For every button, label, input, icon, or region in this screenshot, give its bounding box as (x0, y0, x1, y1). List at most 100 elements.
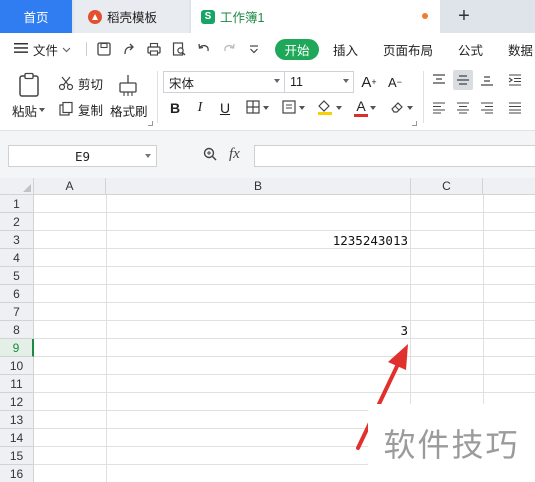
clear-format-button[interactable] (386, 98, 416, 118)
underline-button[interactable]: U (215, 98, 235, 118)
name-box[interactable]: E9 (8, 145, 157, 167)
cell-style-button[interactable] (278, 98, 308, 118)
cut-label: 剪切 (78, 77, 104, 92)
clipboard-group-launcher-icon[interactable] (148, 121, 153, 126)
gridline (34, 284, 535, 285)
tab-workbook-label: 工作簿1 (220, 11, 265, 25)
new-tab-button[interactable]: + (452, 3, 476, 29)
customize-toolbar-icon[interactable] (244, 39, 264, 59)
borders-icon (245, 99, 261, 118)
tab-page-layout[interactable]: 页面布局 (383, 38, 433, 60)
tab-daoke-templates[interactable]: 稻壳模板 (74, 0, 189, 33)
caret-down-icon (343, 79, 349, 83)
align-bottom-icon (481, 76, 493, 86)
tab-workbook[interactable]: S 工作簿1 (191, 0, 440, 33)
menu-row: 文件 开始 插入 页面布局 公式 数据 (0, 33, 535, 65)
formula-input[interactable] (254, 145, 535, 167)
font-color-glyph: A (356, 97, 366, 114)
align-bottom-button[interactable] (477, 70, 497, 90)
row-header-13[interactable]: 13 (0, 411, 34, 429)
format-painter-button[interactable]: 格式刷 (110, 101, 148, 119)
tab-start[interactable]: 开始 (275, 39, 319, 60)
row-header-1[interactable]: 1 (0, 195, 34, 213)
export-icon[interactable] (119, 39, 139, 59)
fill-color-button[interactable] (314, 98, 344, 118)
font-group-launcher-icon[interactable] (412, 121, 417, 126)
row-header-6[interactable]: 6 (0, 285, 34, 303)
align-right-button[interactable] (477, 98, 497, 118)
italic-button[interactable]: I (190, 98, 210, 118)
row-header-2[interactable]: 2 (0, 213, 34, 231)
tab-formulas[interactable]: 公式 (458, 38, 483, 60)
format-painter-icon[interactable] (117, 73, 139, 97)
copy-icon (58, 101, 74, 117)
row-header-3[interactable]: 3 (0, 231, 34, 249)
print-icon[interactable] (144, 39, 164, 59)
font-size-select[interactable]: 11 (284, 71, 354, 93)
row-header-14[interactable]: 14 (0, 429, 34, 447)
grow-font-button[interactable]: A + (359, 72, 379, 92)
tab-data[interactable]: 数据 (508, 38, 533, 60)
borders-button[interactable] (242, 98, 272, 118)
tab-insert[interactable]: 插入 (333, 38, 358, 60)
row-header-7[interactable]: 7 (0, 303, 34, 321)
eraser-icon (389, 99, 405, 118)
spreadsheet-icon: S (201, 9, 215, 24)
zoom-find-icon[interactable] (202, 146, 218, 162)
row-header-15[interactable]: 15 (0, 447, 34, 465)
cell-style-icon (281, 99, 297, 118)
column-header-d[interactable] (483, 178, 535, 195)
select-all-corner[interactable] (0, 178, 34, 195)
insert-function-button[interactable]: fx (229, 146, 240, 163)
print-preview-icon[interactable] (169, 39, 189, 59)
formula-bar: E9 fx (0, 131, 535, 178)
align-right-icon (481, 102, 493, 114)
save-icon[interactable] (94, 39, 114, 59)
name-box-value: E9 (74, 148, 91, 164)
copy-button[interactable]: 复制 (58, 100, 103, 118)
tab-home[interactable]: 首页 (0, 0, 72, 33)
indent-icon (508, 74, 521, 86)
undo-icon[interactable] (194, 39, 214, 59)
font-size-value: 11 (290, 75, 303, 89)
caret-down-icon (336, 106, 342, 110)
row-header-5[interactable]: 5 (0, 267, 34, 285)
tab-bar: 首页 稻壳模板 S 工作簿1 + (0, 0, 535, 33)
align-top-icon (433, 74, 445, 84)
row-header-8[interactable]: 8 (0, 321, 34, 339)
bold-button[interactable]: B (165, 98, 185, 118)
gridline (34, 302, 535, 303)
row-header-12[interactable]: 12 (0, 393, 34, 411)
row-header-10[interactable]: 10 (0, 357, 34, 375)
file-menu-button[interactable]: 文件 (14, 38, 71, 60)
align-center-button[interactable] (453, 98, 473, 118)
justify-button[interactable] (505, 98, 525, 118)
cell-b3[interactable]: 1235243013 (106, 231, 411, 249)
paste-button[interactable]: 粘贴 (12, 101, 46, 119)
tab-home-label: 首页 (23, 11, 49, 25)
shrink-font-button[interactable]: A − (385, 72, 405, 92)
font-color-button[interactable]: A (350, 98, 380, 118)
row-header-4[interactable]: 4 (0, 249, 34, 267)
paste-label: 粘贴 (12, 104, 38, 119)
indent-button[interactable] (505, 70, 525, 90)
align-middle-icon (457, 75, 469, 85)
column-header-a[interactable]: A (34, 178, 106, 195)
column-header-b[interactable]: B (106, 178, 411, 195)
caret-down-icon (299, 106, 305, 110)
row-header-16[interactable]: 16 (0, 465, 34, 482)
align-top-button[interactable] (429, 70, 449, 90)
column-header-c[interactable]: C (411, 178, 483, 195)
align-left-button[interactable] (429, 98, 449, 118)
align-left-icon (433, 102, 445, 114)
divider (86, 42, 87, 56)
row-header-11[interactable]: 11 (0, 375, 34, 393)
cut-button[interactable]: 剪切 (58, 74, 103, 92)
align-middle-button[interactable] (453, 70, 473, 90)
row-header-9[interactable]: 9 (0, 339, 34, 357)
clipboard-icon[interactable] (14, 71, 44, 99)
font-name-select[interactable]: 宋体 (163, 71, 285, 93)
cell-b8[interactable]: 3 (106, 321, 411, 339)
redo-icon[interactable] (219, 39, 239, 59)
daoke-logo-icon (88, 9, 102, 24)
